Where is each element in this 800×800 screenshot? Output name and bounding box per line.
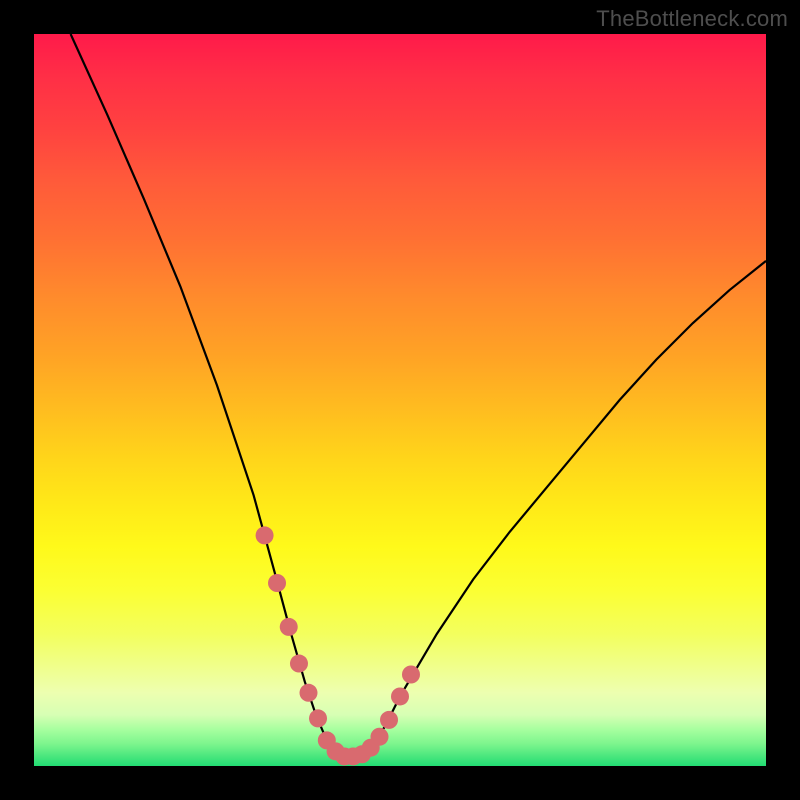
curve-marker <box>268 574 286 592</box>
curve-marker <box>371 728 389 746</box>
curve-marker <box>391 687 409 705</box>
curve-marker <box>380 711 398 729</box>
curve-markers <box>256 526 420 765</box>
bottleneck-curve-svg <box>34 34 766 766</box>
curve-marker <box>290 655 308 673</box>
curve-marker <box>300 684 318 702</box>
curve-marker <box>256 526 274 544</box>
bottleneck-curve <box>71 34 766 757</box>
plot-area <box>34 34 766 766</box>
watermark-text: TheBottleneck.com <box>596 6 788 32</box>
curve-marker <box>280 618 298 636</box>
chart-frame: TheBottleneck.com <box>0 0 800 800</box>
curve-marker <box>402 666 420 684</box>
curve-marker <box>309 709 327 727</box>
